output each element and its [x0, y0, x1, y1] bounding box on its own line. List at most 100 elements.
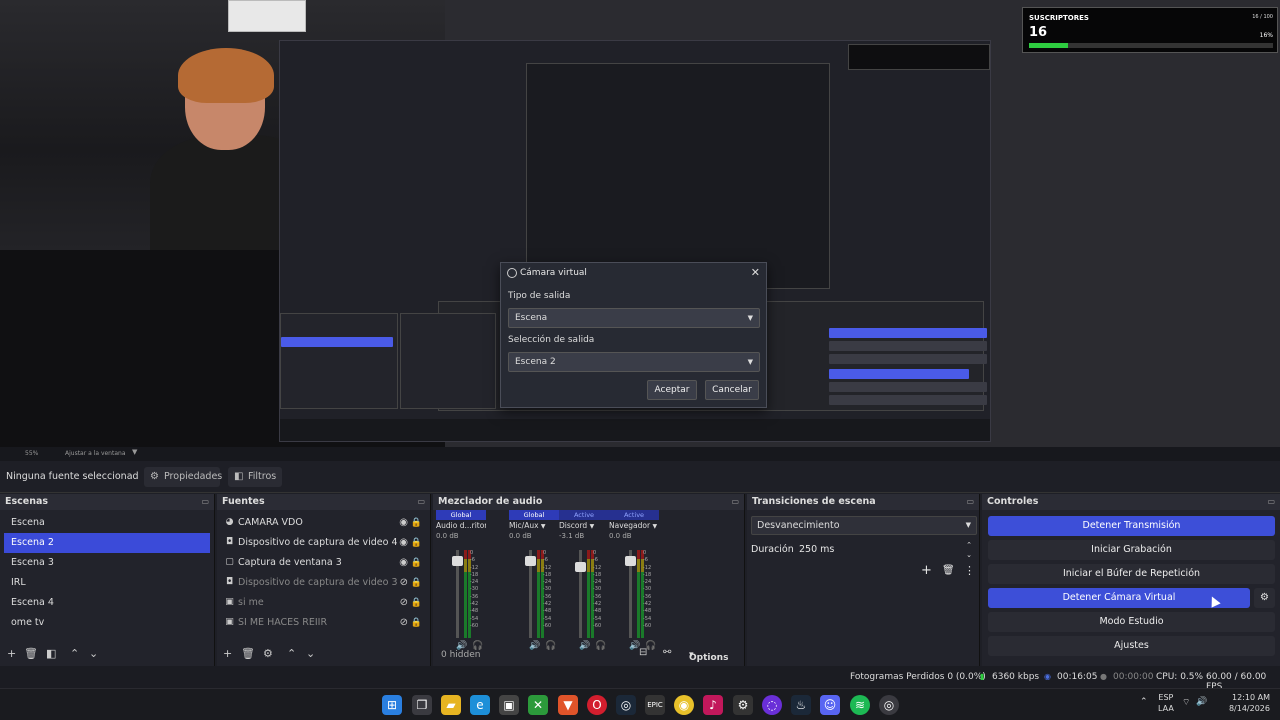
clock[interactable]: 12:10 AM 8/14/2026 [1214, 692, 1270, 714]
undock-icon[interactable]: ▭ [731, 494, 739, 510]
discord-icon[interactable]: ☺ [820, 695, 840, 715]
undock-icon[interactable]: ▭ [966, 494, 974, 510]
add-icon[interactable]: + [7, 647, 16, 660]
store-icon[interactable]: ▣ [499, 695, 519, 715]
zoom-level[interactable]: 55% [25, 450, 38, 457]
fader-handle[interactable] [625, 556, 636, 567]
source-item[interactable]: ◔SUSCRIPTORES⊘🔒 [217, 633, 426, 637]
tiktok-icon[interactable]: ♪ [703, 695, 723, 715]
filters-button[interactable]: ◧ Filtros [228, 467, 282, 487]
eye-icon[interactable]: ◉ [399, 513, 408, 533]
chevron-down-icon[interactable]: ▼ [541, 523, 546, 530]
accept-button[interactable]: Aceptar [647, 380, 697, 400]
channel-menu[interactable]: Discord ▼ [559, 520, 609, 532]
gear-icon[interactable]: ⚙ [263, 647, 273, 660]
chevron-up-icon[interactable]: ⌃ [1140, 697, 1148, 707]
settings-button[interactable]: Ajustes [988, 636, 1275, 656]
transition-select[interactable]: Desvanecimiento ▼ [751, 516, 977, 535]
options-button[interactable]: Options ▾ [689, 650, 728, 663]
fit-to-window[interactable]: Ajustar a la ventana [65, 450, 126, 457]
chevron-down-icon[interactable]: ⌄ [966, 546, 972, 565]
preview-canvas[interactable]: SUSCRIPTORES 16 16 / 100 16% Cámara virt… [0, 0, 1280, 447]
stop-streaming-button[interactable]: Detener Transmisión [988, 516, 1275, 536]
virtual-camera-settings-icon[interactable]: ⚙ [1254, 588, 1275, 608]
start-recording-button[interactable]: Iniciar Grabación [988, 540, 1275, 560]
xbox-icon[interactable]: ✕ [528, 695, 548, 715]
source-item[interactable]: ▣ SI ME HACES REIIR ⊘ 🔒 [217, 613, 426, 633]
duration-spinbox[interactable]: 250 ms ⌃ ⌄ [793, 540, 977, 559]
layout-icon[interactable]: ⊟ [639, 647, 647, 658]
source-item[interactable]: ▢ Captura de ventana 3 ◉ 🔒 [217, 553, 426, 573]
undock-icon[interactable]: ▭ [201, 494, 209, 510]
task-view-icon[interactable]: ❐ [412, 695, 432, 715]
lock-icon[interactable]: 🔒 [411, 633, 422, 637]
fader-handle[interactable] [452, 556, 463, 567]
steam-icon[interactable]: ◎ [616, 695, 636, 715]
trash-icon[interactable]: 🗑 [241, 647, 255, 660]
channel-menu[interactable]: Navegador ▼ [609, 520, 659, 532]
link-icon[interactable]: ⚯ [663, 647, 671, 658]
chevron-down-icon[interactable]: ▼ [132, 448, 137, 456]
eye-hidden-icon[interactable]: ⊘ [400, 593, 408, 613]
close-icon[interactable]: ✕ [751, 266, 760, 279]
lock-icon[interactable]: 🔒 [411, 573, 422, 593]
lock-icon[interactable]: 🔒 [411, 613, 422, 633]
chevron-down-icon[interactable]: ▼ [652, 523, 657, 530]
scene-item[interactable]: Escena 2 [4, 533, 210, 553]
start-replay-buffer-button[interactable]: Iniciar el Búfer de Repetición [988, 564, 1275, 584]
steam-alt-icon[interactable]: ♨ [791, 695, 811, 715]
chevron-up-icon[interactable]: ⌃ [287, 647, 296, 660]
chrome-icon[interactable]: ◉ [674, 695, 694, 715]
output-selection-select[interactable]: Escena 2 ▼ [508, 352, 760, 372]
add-icon[interactable]: + [223, 647, 232, 660]
studio-mode-button[interactable]: Modo Estudio [988, 612, 1275, 632]
add-icon[interactable]: + [921, 563, 932, 578]
spotify-icon[interactable]: ≋ [850, 695, 870, 715]
source-item[interactable]: ◕ CAMARA VDO ◉ 🔒 [217, 513, 426, 533]
edge-icon[interactable]: e [470, 695, 490, 715]
wifi-icon[interactable]: ⌔ [1182, 697, 1190, 708]
cancel-button[interactable]: Cancelar [705, 380, 759, 400]
chevron-down-icon[interactable]: ⌄ [89, 647, 98, 660]
scene-item[interactable]: Escena 3 [4, 553, 210, 573]
eye-hidden-icon[interactable]: ⊘ [400, 573, 408, 593]
channel-menu[interactable]: Mic/Aux ▼ [509, 520, 559, 532]
windows-start-icon[interactable]: ⊞ [382, 695, 402, 715]
language-indicator[interactable]: ESP LAA [1158, 692, 1174, 714]
lock-icon[interactable]: 🔒 [411, 593, 422, 613]
twitch-icon[interactable]: ◌ [762, 695, 782, 715]
fader-handle[interactable] [525, 556, 536, 567]
lock-icon[interactable]: 🔒 [411, 533, 422, 553]
scene-item[interactable]: Escena [4, 513, 210, 533]
output-type-select[interactable]: Escena ▼ [508, 308, 760, 328]
chevron-down-icon[interactable]: ⌄ [306, 647, 315, 660]
fader-handle[interactable] [575, 561, 586, 572]
opera-icon[interactable]: O [587, 695, 607, 715]
eye-hidden-icon[interactable]: ⊘ [400, 613, 408, 633]
source-item[interactable]: ▣ si me ⊘ 🔒 [217, 593, 426, 613]
properties-button[interactable]: ⚙ Propiedades [144, 467, 222, 487]
scene-item[interactable]: Escena 4 [4, 593, 210, 613]
chevron-down-icon[interactable]: ▼ [590, 523, 595, 530]
eye-hidden-icon[interactable]: ⊘ [400, 633, 408, 637]
scene-item[interactable]: IRL [4, 573, 210, 593]
source-item[interactable]: ◘ Dispositivo de captura de video 3 ⊘ 🔒 [217, 573, 426, 593]
speaker-icon[interactable]: 🔊 [1196, 697, 1207, 707]
source-item[interactable]: ◘ Dispositivo de captura de video 4 ◉ 🔒 [217, 533, 426, 553]
filter-icon[interactable]: ◧ [46, 647, 56, 660]
undock-icon[interactable]: ▭ [1267, 494, 1275, 510]
trash-icon[interactable]: 🗑 [24, 647, 38, 660]
undock-icon[interactable]: ▭ [417, 494, 425, 510]
channel-menu[interactable]: Audio d...ritorio ▼ [436, 520, 486, 532]
brave-icon[interactable]: ▼ [558, 695, 578, 715]
epic-games-icon[interactable]: EPIC [645, 695, 665, 715]
lock-icon[interactable]: 🔒 [411, 513, 422, 533]
eye-icon[interactable]: ◉ [399, 533, 408, 553]
settings-icon[interactable]: ⚙ [733, 695, 753, 715]
more-icon[interactable]: ⋮ [964, 564, 975, 577]
eye-icon[interactable]: ◉ [399, 553, 408, 573]
lock-icon[interactable]: 🔒 [411, 553, 422, 573]
scene-item[interactable]: ome tv [4, 613, 210, 633]
file-explorer-icon[interactable]: ▰ [441, 695, 461, 715]
trash-icon[interactable]: 🗑 [942, 565, 955, 576]
